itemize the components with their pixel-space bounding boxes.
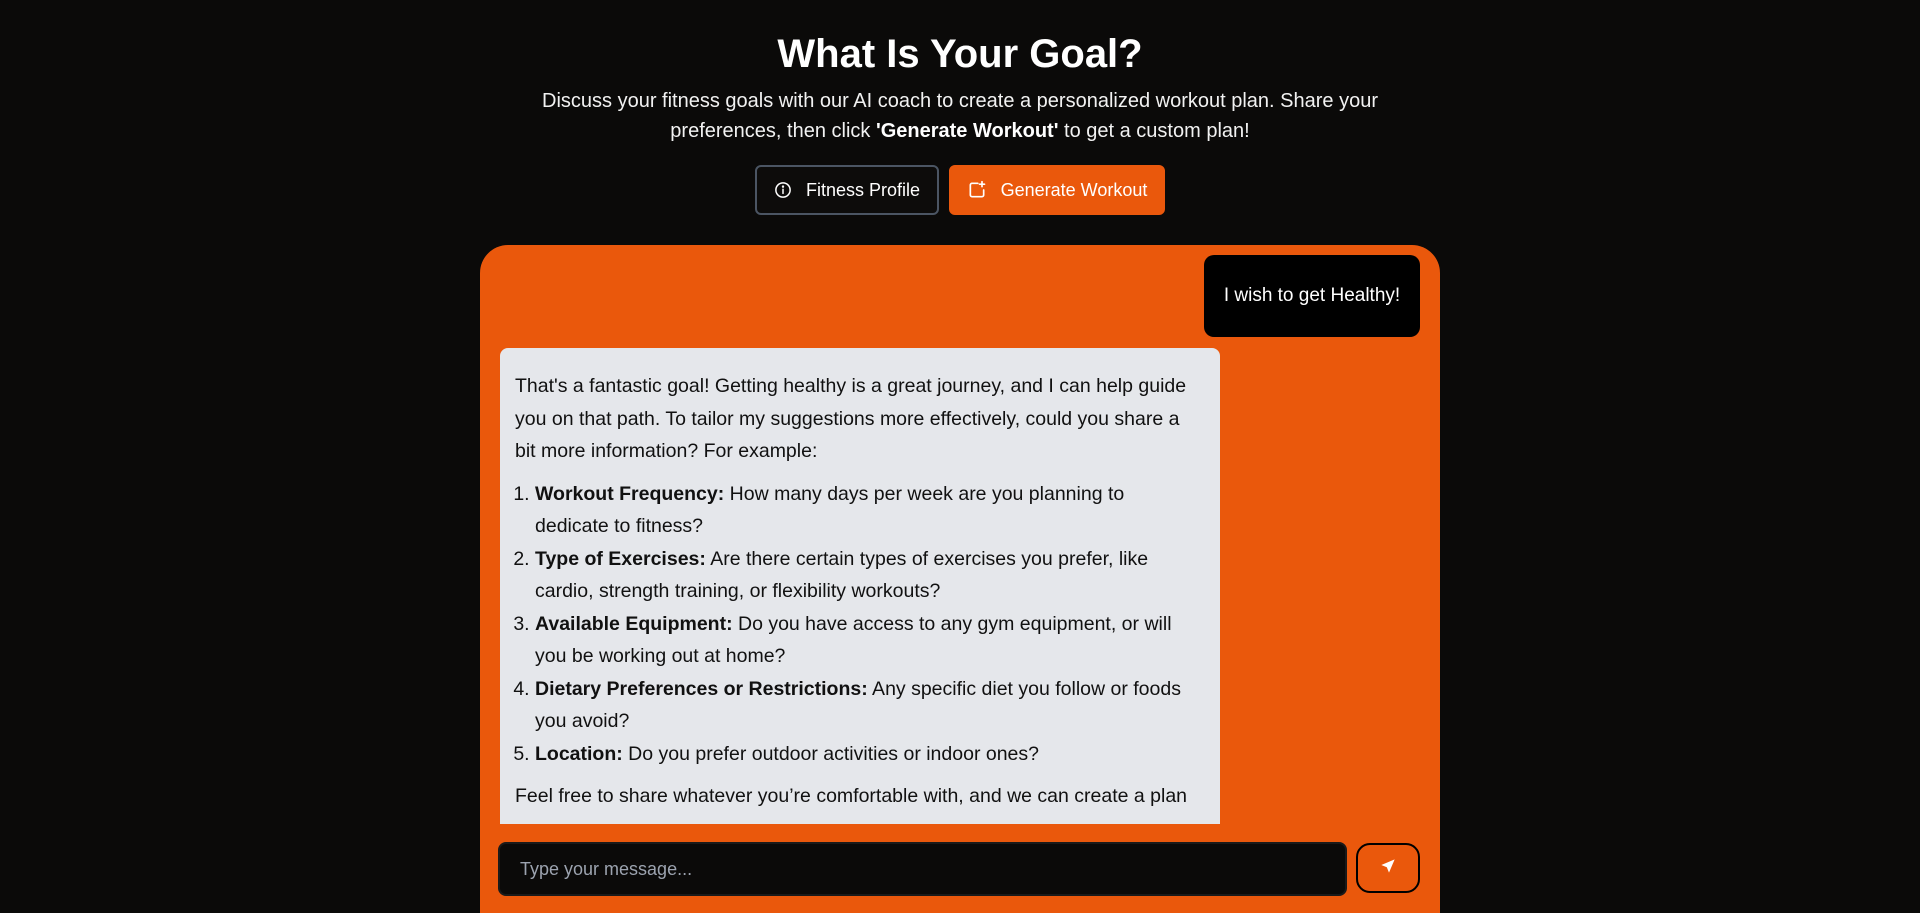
list-item: Type of Exercises: Are there certain typ… bbox=[535, 543, 1198, 608]
fitness-profile-button[interactable]: Fitness Profile bbox=[755, 165, 939, 215]
page-subtitle: Discuss your fitness goals with our AI c… bbox=[530, 86, 1390, 146]
action-buttons: Fitness Profile Generate Workout bbox=[0, 165, 1920, 215]
subtitle-text-end: to get a custom plan! bbox=[1058, 120, 1250, 142]
question-title: Type of Exercises: bbox=[535, 547, 706, 570]
chat-panel: I wish to get Healthy! That's a fantasti… bbox=[480, 245, 1440, 913]
question-title: Dietary Preferences or Restrictions: bbox=[535, 677, 868, 700]
question-title: Location: bbox=[535, 742, 623, 765]
generate-workout-button[interactable]: Generate Workout bbox=[949, 165, 1165, 215]
page-title: What Is Your Goal? bbox=[777, 32, 1143, 76]
send-button[interactable] bbox=[1356, 843, 1420, 893]
subtitle-highlight: 'Generate Workout' bbox=[875, 120, 1059, 142]
message-composer bbox=[498, 842, 1422, 896]
list-item: Workout Frequency: How many days per wee… bbox=[535, 478, 1198, 543]
question-title: Available Equipment: bbox=[535, 612, 733, 635]
question-text: Do you prefer outdoor activities or indo… bbox=[622, 742, 1039, 765]
fitness-profile-label: Fitness Profile bbox=[805, 179, 921, 200]
user-message-text: I wish to get Healthy! bbox=[1223, 285, 1401, 306]
list-item: Dietary Preferences or Restrictions: Any… bbox=[535, 673, 1198, 738]
list-item: Available Equipment: Do you have access … bbox=[535, 608, 1198, 673]
ai-message-outro: Feel free to share whatever you’re comfo… bbox=[515, 785, 1188, 807]
question-title: Workout Frequency: bbox=[535, 482, 725, 505]
page: What Is Your Goal? Discuss your fitness … bbox=[0, 0, 1920, 913]
message-input[interactable] bbox=[498, 842, 1347, 896]
ai-message-intro: That's a fantastic goal! Getting healthy… bbox=[515, 375, 1187, 462]
ai-question-list: Workout Frequency: How many days per wee… bbox=[515, 478, 1198, 771]
generate-workout-label: Generate Workout bbox=[1000, 179, 1148, 200]
user-message-bubble: I wish to get Healthy! bbox=[1204, 255, 1420, 337]
ai-message-bubble: That's a fantastic goal! Getting healthy… bbox=[500, 348, 1220, 824]
send-arrow-icon bbox=[1380, 858, 1396, 879]
info-circle-icon bbox=[774, 181, 792, 199]
list-item: Location: Do you prefer outdoor activiti… bbox=[535, 738, 1198, 771]
calendar-plus-icon bbox=[967, 180, 987, 200]
